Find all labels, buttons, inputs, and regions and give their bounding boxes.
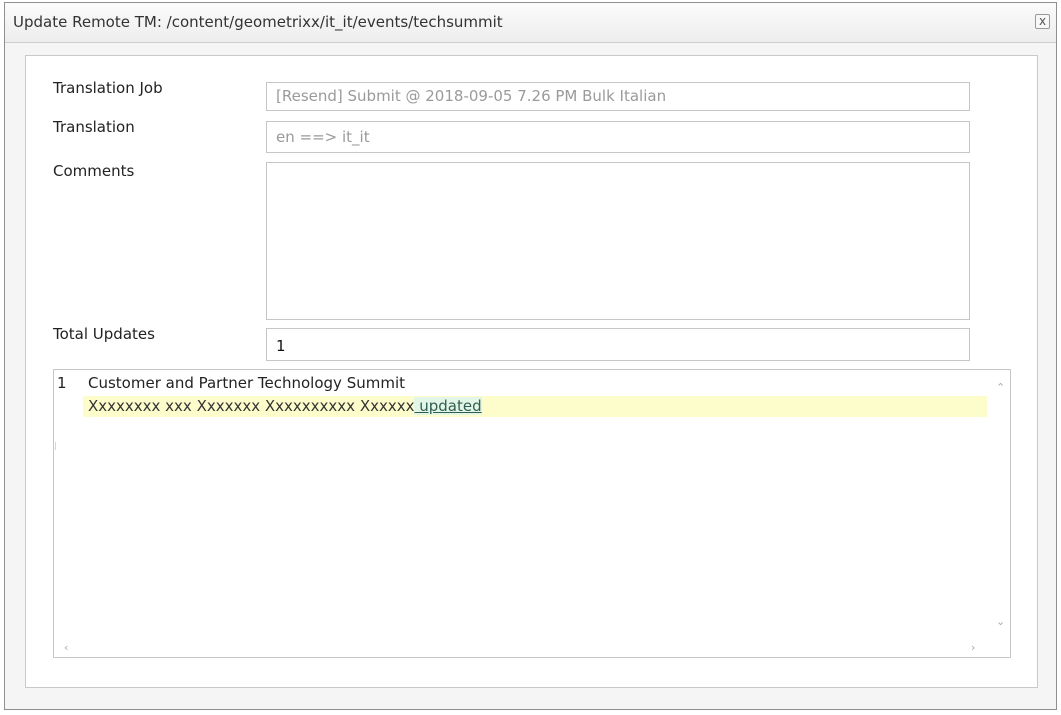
dialog-titlebar[interactable]: Update Remote TM: /content/geometrixx/it… bbox=[5, 3, 1056, 43]
dialog-body: Translation Job [Resend] Submit @ 2018-0… bbox=[25, 55, 1038, 688]
chevron-down-icon[interactable]: ⌄ bbox=[996, 616, 1005, 627]
comments-label: Comments bbox=[53, 162, 135, 180]
translation-label: Translation bbox=[53, 118, 135, 136]
close-icon: x bbox=[1038, 14, 1047, 28]
comments-textarea[interactable] bbox=[266, 162, 970, 320]
dialog-title: Update Remote TM: /content/geometrixx/it… bbox=[13, 13, 503, 31]
update-updated-text: Xxxxxxxx xxx Xxxxxxx Xxxxxxxxxx Xxxxxx u… bbox=[88, 397, 482, 415]
chevron-right-icon[interactable]: › bbox=[971, 642, 975, 653]
translation-field[interactable]: en ==> it_it bbox=[266, 121, 970, 153]
chevron-up-icon[interactable]: ⌃ bbox=[996, 382, 1005, 393]
change-marker bbox=[55, 442, 56, 450]
vertical-scrollbar[interactable]: ⌃ ⌄ bbox=[991, 370, 1010, 640]
update-remote-tm-dialog: Update Remote TM: /content/geometrixx/it… bbox=[4, 2, 1057, 710]
update-updated-suffix: updated bbox=[414, 397, 482, 415]
chevron-left-icon[interactable]: ‹ bbox=[64, 642, 68, 653]
update-updated-base: Xxxxxxxx xxx Xxxxxxx Xxxxxxxxxx Xxxxxx bbox=[88, 397, 415, 415]
translation-job-field[interactable]: [Resend] Submit @ 2018-09-05 7.26 PM Bul… bbox=[266, 82, 970, 111]
update-highlight-line: Xxxxxxxx xxx Xxxxxxx Xxxxxxxxxx Xxxxxx u… bbox=[83, 396, 987, 417]
updates-list[interactable]: 1 Customer and Partner Technology Summit… bbox=[53, 369, 1011, 658]
update-index: 1 bbox=[57, 374, 67, 392]
total-updates-field[interactable]: 1 bbox=[266, 328, 970, 361]
update-original-text: Customer and Partner Technology Summit bbox=[88, 374, 405, 392]
horizontal-scrollbar[interactable]: ‹ › bbox=[54, 638, 993, 657]
translation-job-label: Translation Job bbox=[53, 79, 163, 97]
close-button[interactable]: x bbox=[1035, 14, 1050, 29]
total-updates-label: Total Updates bbox=[53, 325, 155, 343]
